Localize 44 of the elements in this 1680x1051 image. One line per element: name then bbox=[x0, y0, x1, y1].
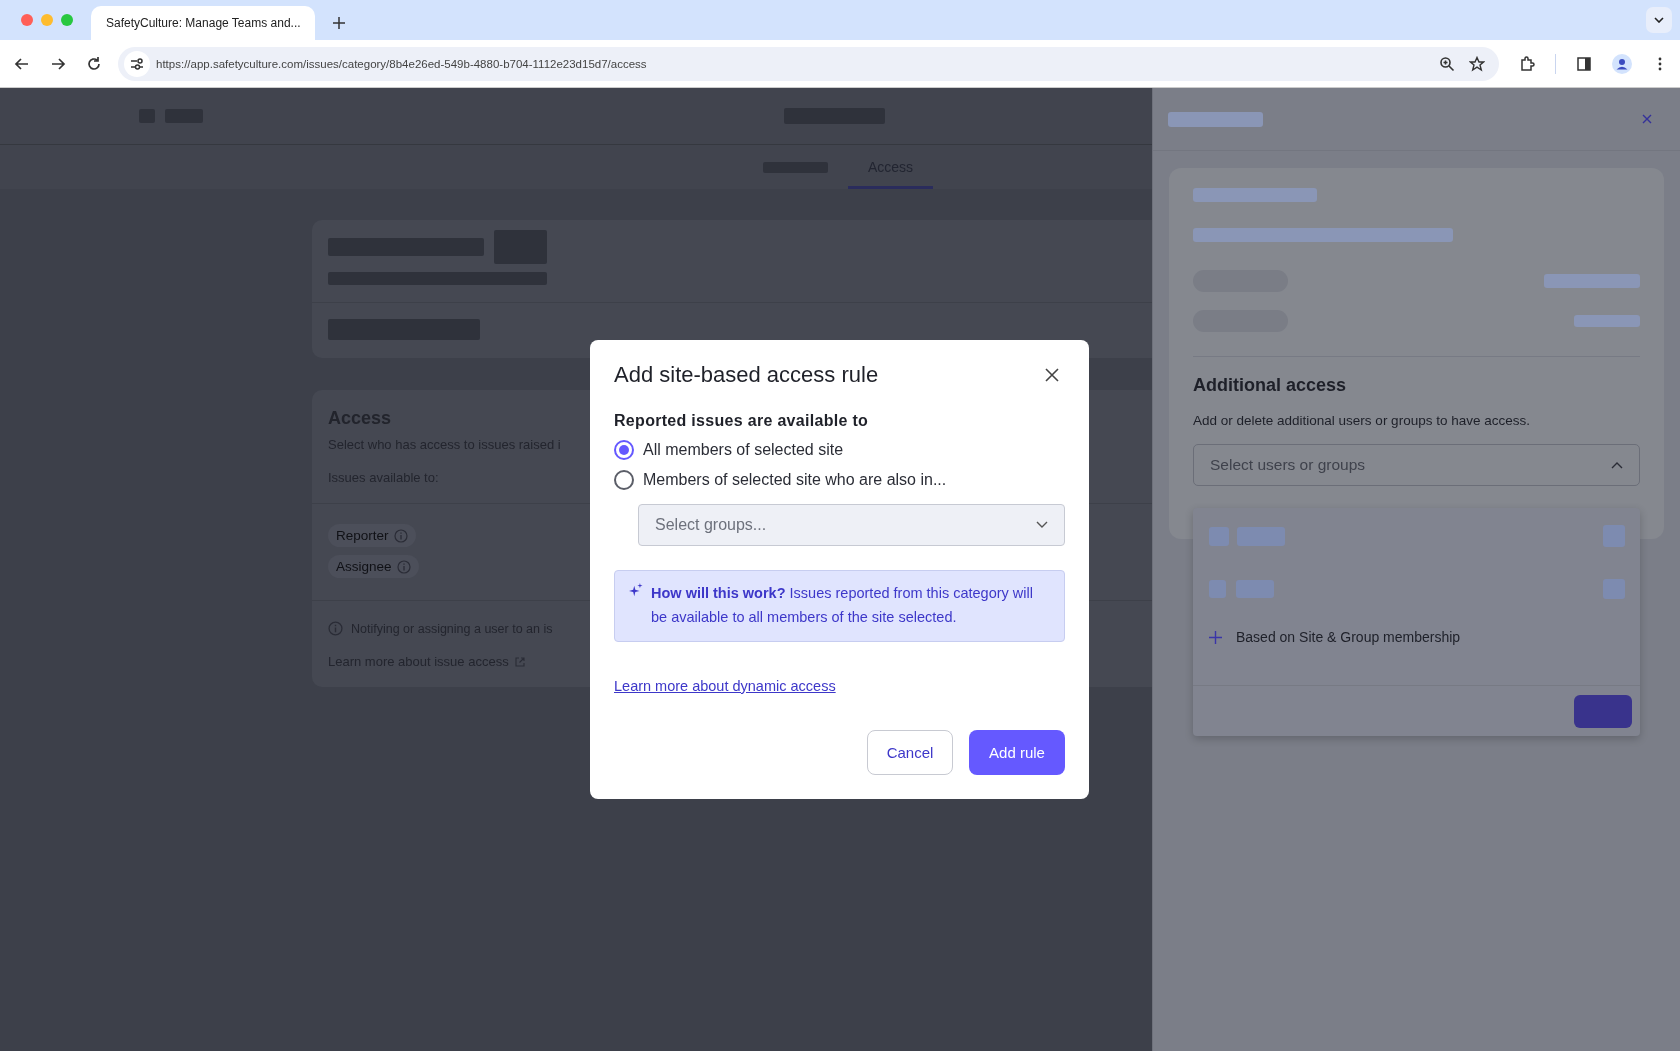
chip-label: Assignee bbox=[336, 559, 392, 574]
site-settings-icon[interactable] bbox=[124, 50, 150, 77]
groups-select[interactable]: Select groups... bbox=[638, 504, 1065, 546]
dialog-title: Add site-based access rule bbox=[614, 362, 879, 388]
placeholder-bar bbox=[1209, 580, 1226, 598]
tab-title: SafetyCulture: Manage Teams and... bbox=[106, 16, 301, 30]
placeholder-bar bbox=[1237, 526, 1285, 546]
plus-icon bbox=[1209, 630, 1222, 644]
chevron-icon bbox=[1654, 17, 1664, 23]
info-text: How will this work? Issues reported from this category will be available to all members of the site selected. bbox=[651, 584, 1034, 627]
address-bar[interactable]: https://app.safetyculture.com/issues/category/8b4e26ed-549b-4880-b704-1112e23d15d7/access bbox=[118, 46, 1499, 81]
tab-list-button[interactable] bbox=[1646, 7, 1672, 33]
browser-tab[interactable]: SafetyCulture: Manage Teams and... bbox=[91, 6, 315, 40]
profile-avatar-icon[interactable] bbox=[1612, 53, 1632, 74]
radio-button[interactable] bbox=[614, 440, 634, 460]
radio-label[interactable]: All members of selected site bbox=[643, 441, 844, 459]
external-link-icon bbox=[513, 655, 526, 668]
back-icon[interactable] bbox=[14, 55, 30, 72]
radio-button[interactable] bbox=[614, 470, 634, 490]
placeholder-bar bbox=[1603, 579, 1625, 599]
placeholder-bar bbox=[1236, 580, 1274, 598]
description: Add or delete additional users or groups to have access. bbox=[1193, 413, 1530, 428]
side-panel-icon[interactable] bbox=[1576, 55, 1592, 72]
chevron-icon bbox=[1036, 521, 1048, 529]
add-rule-button[interactable]: Add rule bbox=[969, 730, 1065, 775]
reload-icon[interactable] bbox=[86, 55, 102, 72]
puzzle-icon[interactable] bbox=[1519, 55, 1535, 72]
cancel-button[interactable]: Cancel bbox=[867, 730, 953, 775]
radio-label[interactable]: Members of selected site who are also in... bbox=[643, 471, 947, 489]
chip-label: Reporter bbox=[336, 528, 389, 543]
new-tab-icon[interactable] bbox=[333, 17, 345, 29]
placeholder-bar bbox=[1209, 526, 1229, 546]
info-icon bbox=[328, 621, 343, 636]
forward-icon[interactable] bbox=[50, 55, 66, 72]
dynamic-access-link[interactable]: Learn more about dynamic access bbox=[614, 678, 836, 694]
section-label: Reported issues are available to bbox=[614, 412, 870, 430]
menu-option[interactable]: Based on Site & Group membership bbox=[1193, 629, 1640, 645]
placeholder-bar bbox=[1574, 315, 1640, 327]
star-icon[interactable] bbox=[1469, 55, 1485, 72]
placeholder-bar bbox=[1603, 525, 1625, 547]
close-icon[interactable] bbox=[1045, 368, 1059, 382]
sparkle-icon bbox=[629, 583, 643, 597]
zoom-icon[interactable] bbox=[1439, 55, 1455, 72]
section-title: Additional access bbox=[1193, 375, 1347, 396]
